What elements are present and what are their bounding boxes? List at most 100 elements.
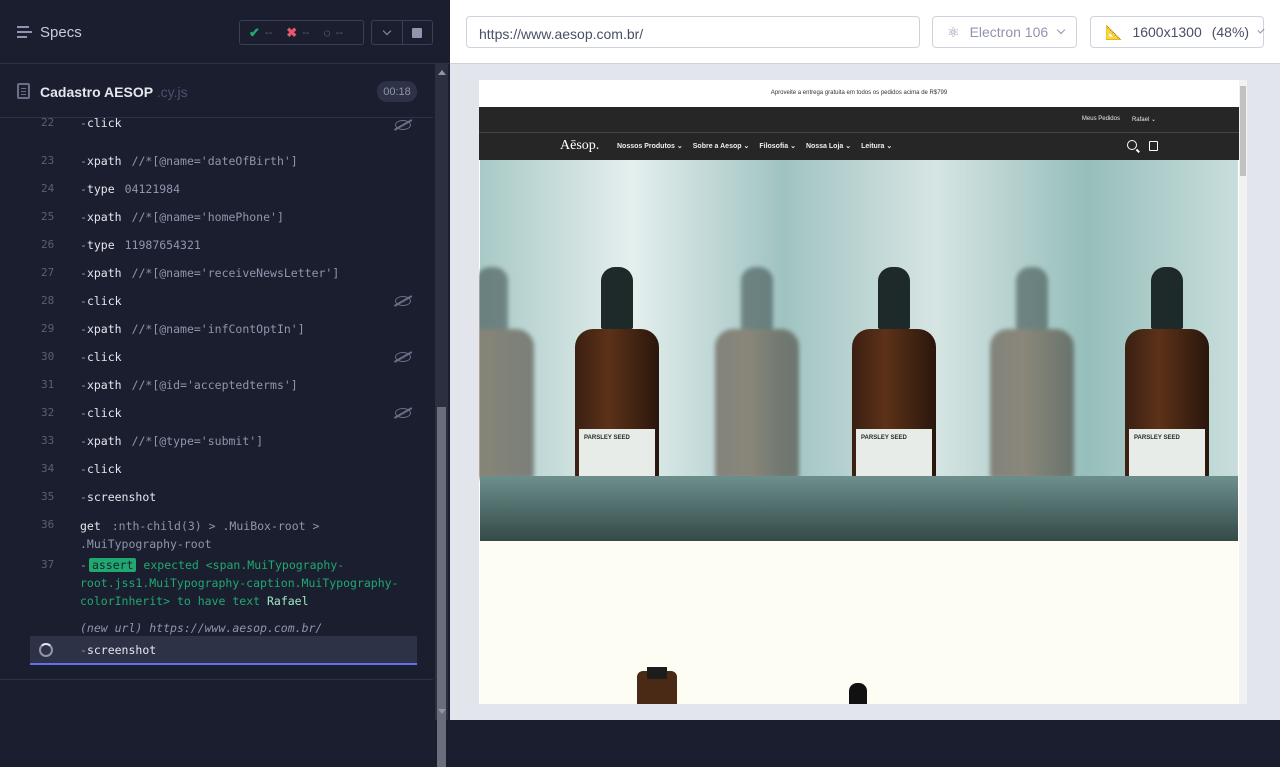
- command-row[interactable]: 25 -xpath//*[@name='homePhone']: [30, 202, 417, 230]
- account-link[interactable]: Rafael ⌄: [1132, 116, 1156, 123]
- command-number: 35: [41, 490, 55, 503]
- product-bottle: PARSLEY SEED: [575, 267, 659, 499]
- hero-image: PARSLEY SEED PARSLEY SEED PARSLEY SEED: [479, 160, 1238, 541]
- spec-filename[interactable]: Cadastro AESOP .cy.js: [40, 84, 188, 100]
- pending-stat: ◌ --: [323, 25, 343, 40]
- command-text: -xpath//*[@name='infContOptIn']: [80, 322, 305, 336]
- product-bottle: [479, 267, 534, 479]
- spec-file-header: Cadastro AESOP .cy.js 00:18: [0, 65, 433, 118]
- command-row[interactable]: 31 -xpath//*[@id='acceptedterms']: [30, 370, 417, 398]
- command-row[interactable]: 23 -xpath//*[@name='dateOfBirth']: [30, 146, 417, 174]
- command-number: 33: [41, 434, 55, 447]
- x-icon: ✖: [286, 24, 298, 40]
- command-number: 24: [41, 182, 55, 195]
- menu-item-about[interactable]: Sobre a Aesop: [693, 142, 750, 150]
- product-bottle: [990, 267, 1074, 479]
- command-text: get :nth-child(3) > .MuiBox-root > .MuiTy…: [80, 519, 320, 551]
- chevron-down-button[interactable]: [372, 21, 403, 44]
- announcement-bar: Aproveite a entrega gratuita em todos os…: [479, 80, 1239, 107]
- reporter-scrollbar[interactable]: [435, 64, 448, 767]
- eye-slash-icon: [395, 120, 411, 130]
- runner-toolbar: https://www.aesop.com.br/ ⚛ Electron 106…: [450, 0, 1280, 64]
- aut-url-field[interactable]: https://www.aesop.com.br/: [466, 16, 920, 48]
- command-text: -click: [80, 462, 122, 476]
- command-number: 22: [41, 118, 55, 129]
- stop-button[interactable]: [403, 21, 433, 44]
- command-row[interactable]: 22 -click: [30, 118, 417, 146]
- site-main-nav: Aēsop. Nossos Produtos Sobre a Aesop Fil…: [479, 133, 1239, 160]
- command-number: 25: [41, 210, 55, 223]
- command-number: 27: [41, 266, 55, 279]
- assert-text: - assert expected <span.MuiTypography-roo…: [80, 558, 399, 608]
- passed-stat: ✔ --: [249, 24, 273, 40]
- command-row[interactable]: 36 get :nth-child(3) > .MuiBox-root > .Mui…: [30, 510, 417, 556]
- aut-scrollbar[interactable]: [1239, 80, 1247, 704]
- product-bottle: PARSLEY SEED: [852, 267, 936, 499]
- site-top-nav: Meus Pedidos Rafael ⌄: [479, 107, 1239, 133]
- menu-item-philosophy[interactable]: Filosofia: [759, 142, 796, 150]
- viewport-size: 1600x1300: [1132, 24, 1202, 40]
- command-row[interactable]: 26 -type 11987654321: [30, 230, 417, 258]
- reporter-header: Specs ✔ -- ✖ -- ◌ --: [0, 0, 450, 64]
- loading-spinner-icon: [39, 643, 53, 657]
- runner-panel: https://www.aesop.com.br/ ⚛ Electron 106…: [450, 0, 1280, 720]
- scroll-down-icon[interactable]: [438, 709, 446, 714]
- scroll-up-icon[interactable]: [438, 70, 446, 75]
- eye-slash-icon: [395, 296, 411, 306]
- shelf: [480, 476, 1238, 541]
- command-row[interactable]: 29 -xpath//*[@name='infContOptIn']: [30, 314, 417, 342]
- my-orders-link[interactable]: Meus Pedidos: [1082, 116, 1120, 123]
- command-row[interactable]: 30 -click: [30, 342, 417, 370]
- stats-bar: ✔ -- ✖ -- ◌ --: [239, 20, 364, 45]
- specs-list-icon[interactable]: [17, 26, 32, 38]
- command-row[interactable]: 32 -click: [30, 398, 417, 426]
- search-icon[interactable]: [1127, 140, 1137, 150]
- command-text: -screenshot: [80, 490, 157, 504]
- command-row[interactable]: 35 -screenshot: [30, 482, 417, 510]
- divider: [0, 679, 433, 680]
- assert-row[interactable]: 37 - assert expected <span.MuiTypography-r…: [30, 556, 417, 616]
- aut-iframe[interactable]: Aproveite a entrega gratuita em todos os…: [479, 80, 1247, 704]
- command-text: -click: [80, 350, 122, 364]
- aut-scroll-thumb[interactable]: [1240, 86, 1246, 176]
- file-icon: [17, 83, 30, 99]
- command-number: 28: [41, 294, 55, 307]
- command-number: 31: [41, 378, 55, 391]
- command-row[interactable]: 33 -xpath//*[@type='submit']: [30, 426, 417, 454]
- command-text: -click: [80, 406, 122, 420]
- command-text: -xpath//*[@name='homePhone']: [80, 210, 284, 224]
- product-thumbnail[interactable]: [849, 683, 867, 704]
- chevron-down-icon: [1056, 25, 1066, 35]
- command-text: -xpath//*[@id='acceptedterms']: [80, 378, 298, 392]
- viewport-info[interactable]: 📐 1600x1300 (48%): [1090, 16, 1265, 48]
- product-bottle: PARSLEY SEED: [1125, 267, 1209, 499]
- stop-icon: [412, 27, 423, 38]
- menu-item-store[interactable]: Nossa Loja: [806, 142, 851, 150]
- assert-badge: assert: [88, 558, 137, 572]
- spinner-icon: ◌: [323, 25, 331, 40]
- command-number: 23: [41, 154, 55, 167]
- command-text: -xpath//*[@name='receiveNewsLetter']: [80, 266, 340, 280]
- aesop-logo[interactable]: Aēsop.: [560, 138, 599, 154]
- site-menu: Nossos Produtos Sobre a Aesop Filosofia …: [617, 142, 892, 150]
- command-number: 37: [41, 558, 55, 571]
- ruler-icon: 📐: [1105, 23, 1123, 40]
- command-number: 29: [41, 322, 55, 335]
- browser-selector[interactable]: ⚛ Electron 106: [932, 16, 1077, 48]
- active-command-row[interactable]: -screenshot: [30, 636, 417, 665]
- command-row[interactable]: 28 -click: [30, 286, 417, 314]
- cart-icon[interactable]: [1149, 141, 1158, 151]
- command-row[interactable]: 34 -click: [30, 454, 417, 482]
- new-url-text: (new url) https://www.aesop.com.br/: [80, 621, 323, 635]
- eye-slash-icon: [395, 408, 411, 418]
- menu-item-products[interactable]: Nossos Produtos: [617, 142, 683, 150]
- menu-item-reading[interactable]: Leitura: [861, 142, 892, 150]
- product-thumbnail[interactable]: [637, 667, 677, 704]
- command-row[interactable]: 27 -xpath//*[@name='receiveNewsLetter']: [30, 258, 417, 286]
- duration-badge: 00:18: [377, 81, 417, 102]
- specs-label[interactable]: Specs: [40, 24, 82, 41]
- command-number: 26: [41, 238, 55, 251]
- command-row[interactable]: 24 -type 04121984: [30, 174, 417, 202]
- command-text: -type 11987654321: [80, 238, 201, 252]
- command-number: 34: [41, 462, 55, 475]
